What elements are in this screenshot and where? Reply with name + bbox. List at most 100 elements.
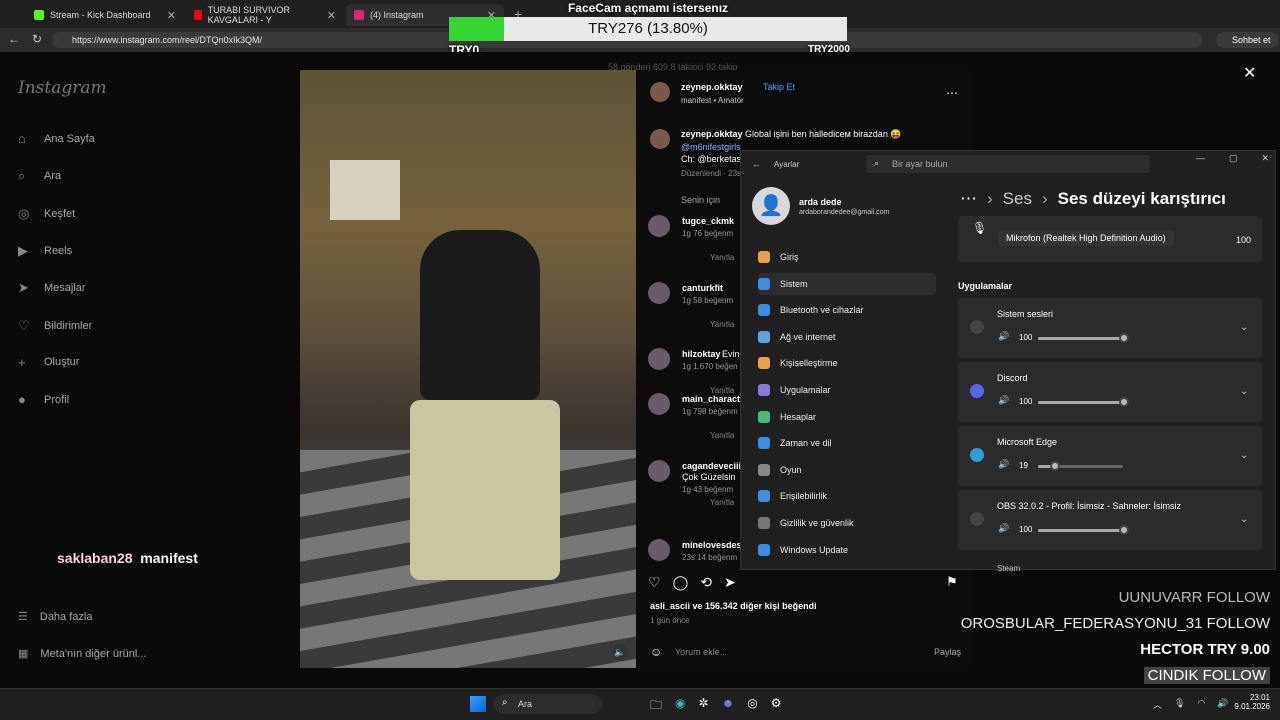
sidebar-item-heart[interactable]: ♡ Bildirimler <box>18 318 92 334</box>
discord-icon[interactable]: ☻ <box>722 696 735 717</box>
caption-tags[interactable]: @m6nifestgirls <box>681 142 741 152</box>
settings-menu-11[interactable]: Windows Update <box>758 539 936 561</box>
bookmark-icon[interactable]: ⚑ <box>946 574 958 590</box>
sidebar-item-profile[interactable]: ● Profil <box>18 392 69 407</box>
close-icon[interactable]: ✕ <box>1243 63 1256 83</box>
comment-icon[interactable]: ◯ <box>673 574 689 591</box>
more-icon[interactable]: ⋯ <box>946 86 958 100</box>
sidebar-item-home[interactable]: ⌂ Ana Sayfa <box>18 131 95 146</box>
settings-menu-9[interactable]: Erişilebilirlik <box>758 485 936 507</box>
settings-menu-10[interactable]: Gizlilik ve güvenlik <box>758 512 936 534</box>
tab-kick[interactable]: Stream - Kick Dashboard ✕ <box>26 4 184 26</box>
minimize-icon[interactable]: — <box>1196 153 1205 164</box>
volume-icon[interactable]: 🔊 <box>998 331 1009 342</box>
settings-menu-7[interactable]: Zaman ve dil <box>758 432 936 454</box>
heart-icon[interactable]: ♡ <box>648 574 661 591</box>
comment-user[interactable]: canturkfit <box>682 283 723 293</box>
close-icon[interactable]: ✕ <box>1262 153 1270 164</box>
mic-dropdown[interactable]: Mikrofon (Realtek High Definition Audio) <box>998 230 1174 246</box>
mic-tray-icon[interactable]: 🎙 <box>1174 698 1185 711</box>
chevron-down-icon[interactable]: ⌄ <box>1240 322 1248 333</box>
close-icon[interactable]: ✕ <box>327 9 336 22</box>
comment-user[interactable]: main_characte <box>682 394 745 404</box>
settings-menu-5[interactable]: Uygulamalar <box>758 379 936 401</box>
avatar[interactable] <box>648 282 670 304</box>
avatar[interactable] <box>648 393 670 415</box>
reply-button[interactable]: Yanıtla <box>710 253 734 262</box>
edge-icon[interactable]: ◉ <box>675 696 685 717</box>
share-button[interactable]: Paylaş <box>934 647 961 657</box>
reply-button[interactable]: Yanıtla <box>710 320 734 329</box>
settings-menu-1[interactable]: Sistem <box>758 272 936 295</box>
avatar[interactable] <box>648 348 670 370</box>
reply-button[interactable]: Yanıtla <box>710 431 734 440</box>
more-icon[interactable]: ⋯ <box>960 189 977 209</box>
sidebar-item-meta[interactable]: ▦ Meta'nın diğer ürünl... <box>18 647 146 661</box>
comment-user[interactable]: hilzoktay <box>682 349 721 359</box>
copilot-button[interactable]: Sohbet et <box>1216 32 1279 48</box>
microphone-icon: 🎙 <box>972 221 988 235</box>
comment-input[interactable]: Yorum ekle... <box>675 647 727 657</box>
instagram-logo[interactable]: Instagram <box>18 78 107 98</box>
settings-menu-3[interactable]: Ağ ve internet <box>758 326 936 348</box>
start-icon[interactable] <box>470 696 486 712</box>
reel-video[interactable]: 🔈 <box>300 70 636 668</box>
wifi-icon[interactable]: ◠ <box>1197 698 1205 711</box>
avatar[interactable] <box>648 460 670 482</box>
files-icon[interactable]: 🗀 <box>650 696 662 717</box>
repost-icon[interactable]: ⟲ <box>700 574 712 591</box>
avatar[interactable] <box>648 215 670 237</box>
clock[interactable]: 23:01 9.01.2026 <box>1232 693 1270 711</box>
close-icon[interactable]: ✕ <box>167 9 176 22</box>
settings-search[interactable]: Bir ayar bulun <box>866 155 1150 173</box>
sidebar-item-plus[interactable]: + Oluştur <box>18 355 79 370</box>
maximize-icon[interactable]: ▢ <box>1229 153 1238 164</box>
mute-icon[interactable]: 🔈 <box>612 644 628 660</box>
settings-menu-8[interactable]: Oyun <box>758 459 936 481</box>
settings-gear-icon[interactable]: ✲ <box>699 696 709 717</box>
sort-dropdown[interactable]: Senin için <box>681 195 720 205</box>
follow-button[interactable]: Takip Et <box>763 82 795 92</box>
taskbar-search[interactable]: Ara <box>494 694 602 714</box>
comment-user[interactable]: tugce_ckmk <box>682 216 734 226</box>
sidebar-item-more[interactable]: ☰ Daha fazla <box>18 610 92 624</box>
emoji-icon[interactable]: ☺ <box>650 645 662 659</box>
gear-icon[interactable]: ⚙ <box>771 696 782 717</box>
sidebar-item-compass[interactable]: ◎ Keşfet <box>18 206 75 222</box>
settings-menu-2[interactable]: Bluetooth ve cihazlar <box>758 299 936 321</box>
sidebar-item-messages[interactable]: ➤ Mesajlar <box>18 280 86 296</box>
volume-slider-fill <box>1038 529 1123 532</box>
volume-icon[interactable]: 🔊 <box>1217 698 1228 711</box>
volume-slider-handle[interactable] <box>1119 397 1129 407</box>
chevron-down-icon[interactable]: ⌄ <box>1240 386 1248 397</box>
settings-menu-4[interactable]: Kişiselleştirme <box>758 352 936 374</box>
refresh-icon[interactable]: ↻ <box>32 32 42 46</box>
author-name[interactable]: zeynep.okktay <box>681 82 743 92</box>
settings-menu-0[interactable]: Giriş <box>758 246 936 268</box>
back-icon[interactable]: ← <box>752 159 761 169</box>
breadcrumb-sound[interactable]: Ses <box>1003 189 1032 209</box>
volume-slider-handle[interactable] <box>1119 525 1129 535</box>
comment-user[interactable]: minelovesdest <box>682 540 745 550</box>
volume-slider-handle[interactable] <box>1119 333 1129 343</box>
settings-menu-6[interactable]: Hesaplar <box>758 406 936 428</box>
chevron-down-icon[interactable]: ⌄ <box>1240 450 1248 461</box>
volume-icon[interactable]: 🔊 <box>998 459 1009 470</box>
back-icon[interactable]: ← <box>8 32 20 46</box>
avatar[interactable] <box>650 82 670 102</box>
chevron-down-icon[interactable]: ⌄ <box>1240 514 1248 525</box>
user-avatar[interactable]: 👤 <box>752 187 790 225</box>
chevron-up-icon[interactable]: ︿ <box>1153 698 1162 711</box>
edited-time: Düzenlendi · 23s <box>681 169 742 178</box>
likes-text[interactable]: asli_ascii ve 156.342 diğer kişi beğendi <box>650 601 817 611</box>
comment-user[interactable]: cagandeveciii <box>682 461 741 471</box>
volume-icon[interactable]: 🔊 <box>998 395 1009 406</box>
sidebar-item-reels[interactable]: ▶ Reels <box>18 243 72 259</box>
reply-button[interactable]: Yanıtla <box>710 498 734 507</box>
sidebar-item-search[interactable]: ⌕ Ara <box>18 168 61 184</box>
volume-icon[interactable]: 🔊 <box>998 523 1009 534</box>
obs-icon[interactable]: ◎ <box>747 696 757 717</box>
tab-youtube[interactable]: TURABI SURVIVOR KAVGALARI - Y ✕ <box>186 4 344 26</box>
avatar[interactable] <box>648 539 670 561</box>
send-icon[interactable]: ➤ <box>724 574 736 591</box>
